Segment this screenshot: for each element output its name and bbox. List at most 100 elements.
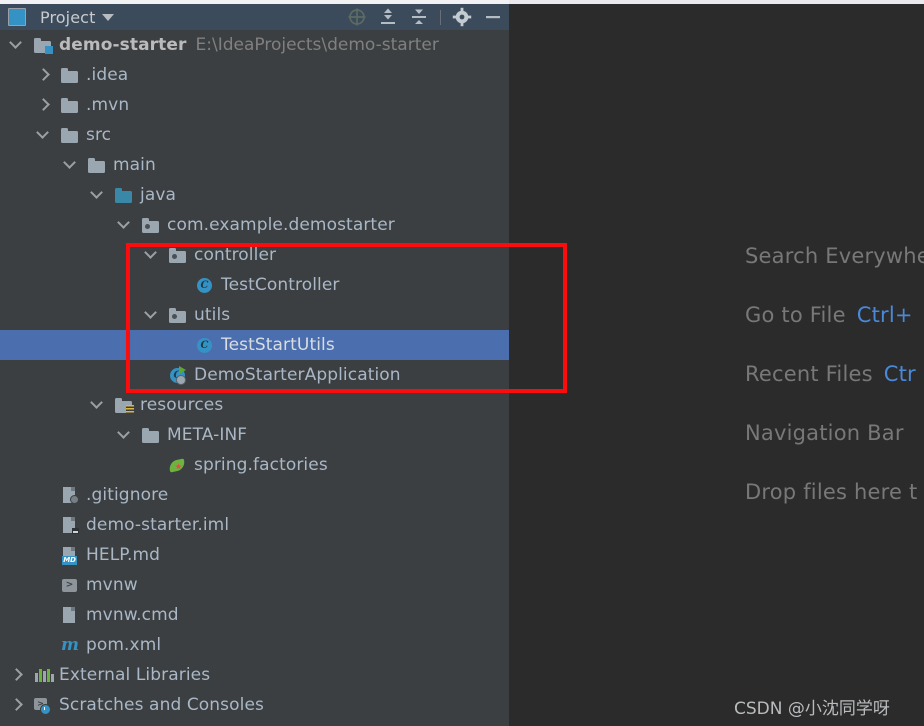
tree-row[interactable]: utils [0,300,509,330]
tree-row[interactable]: java [0,180,509,210]
chevron-down-icon[interactable] [116,420,134,450]
external-libraries-icon [34,666,54,684]
tree-row[interactable]: .idea [0,60,509,90]
chevron-down-icon[interactable] [116,210,134,240]
chevron-down-icon[interactable] [89,390,107,420]
tree-row[interactable]: demo-starter.iml [0,510,509,540]
chevron-down-icon[interactable] [8,30,26,60]
chevron-down-icon[interactable] [35,120,53,150]
expand-all-icon[interactable] [378,7,398,27]
tree-row-label: .idea [86,65,129,85]
editor-hint-action: Drop files here t [745,479,918,504]
editor-hint-shortcut: Ctrl+ [856,302,913,327]
tree-row-path: E:\IdeaProjects\demo-starter [195,35,439,55]
hide-icon[interactable] [483,7,503,27]
tree-row-label: DemoStarterApplication [194,365,401,385]
iml-file-icon [61,516,79,534]
tree-arrow-placeholder [143,450,161,480]
tree-row[interactable]: com.example.demostarter [0,210,509,240]
tree-row[interactable]: m pom.xml [0,630,509,660]
tree-row[interactable]: MD HELP.md [0,540,509,570]
tree-row[interactable]: demo-starter E:\IdeaProjects\demo-starter [0,30,509,60]
folder-icon [88,156,106,174]
scratches-icon: > [34,696,52,715]
tree-row[interactable]: C TestStartUtils [0,330,509,360]
tree-row[interactable]: .gitignore [0,480,509,510]
tree-arrow-placeholder [170,270,188,300]
tree-row[interactable]: > Scratches and Consoles [0,690,509,720]
editor-empty-area: Search Everywhere Go to File Ctrl+ Recent F… [509,4,924,726]
shell-script-icon: > [61,576,79,594]
tree-row[interactable]: C DemoStarterApplication [0,360,509,390]
chevron-right-icon[interactable] [35,90,53,120]
chevron-down-icon[interactable] [62,150,80,180]
tree-arrow-placeholder [35,570,53,600]
tree-row[interactable]: .mvn [0,90,509,120]
project-tool-window-actions [347,4,503,30]
chevron-down-icon[interactable] [143,300,161,330]
tree-row[interactable]: > mvnw [0,570,509,600]
folder-icon [61,66,79,84]
project-tool-window-title: Project [40,7,96,27]
package-icon [142,216,160,234]
editor-hint-row: Drop files here t [745,462,924,521]
editor-hint-shortcut: Ctr [883,361,916,386]
tree-row-label: .mvn [86,95,130,115]
folder-icon [142,426,160,444]
tree-row-label: HELP.md [86,545,161,565]
editor-hint-row: Recent Files Ctr [745,344,924,403]
tree-row[interactable]: spring.factories [0,450,509,480]
tree-row-label: mvnw.cmd [86,605,179,625]
package-icon [169,246,187,264]
project-tool-window-header: Project [0,4,509,30]
source-root-folder-icon [115,186,133,204]
tree-row[interactable]: src [0,120,509,150]
chevron-down-icon[interactable] [143,240,161,270]
tree-arrow-placeholder [143,360,161,390]
tree-row-label: External Libraries [59,665,211,685]
tree-row[interactable]: C TestController [0,270,509,300]
chevron-down-icon[interactable] [102,13,115,21]
editor-hint-action: Recent Files [745,361,873,386]
tree-row[interactable]: resources [0,390,509,420]
tree-row[interactable]: META-INF [0,420,509,450]
editor-hint-action: Go to File [745,302,846,327]
spring-boot-app-icon: C [169,366,187,385]
maven-pom-icon: m [61,635,79,655]
tree-row-label: demo-starter [59,35,187,55]
tree-row[interactable]: mvnw.cmd [0,600,509,630]
tree-row[interactable]: External Libraries [0,660,509,690]
project-tool-window-title-group[interactable]: Project [0,7,115,27]
tree-row-label: mvnw [86,575,138,595]
tree-row-label: spring.factories [194,455,328,475]
folder-icon [61,126,79,144]
resources-folder-icon [115,396,134,414]
chevron-right-icon[interactable] [8,660,26,690]
editor-hint-row: Navigation Bar [745,403,924,462]
module-folder-icon [34,36,53,54]
select-opened-file-icon[interactable] [347,7,367,27]
project-tree[interactable]: demo-starter E:\IdeaProjects\demo-starter… [0,30,509,726]
project-tool-window: Project demo-starter E:\IdeaProjects\dem… [0,4,509,726]
tree-arrow-placeholder [35,540,53,570]
chevron-down-icon[interactable] [89,180,107,210]
tree-row[interactable]: main [0,150,509,180]
gitignore-file-icon [61,486,79,504]
tree-row-label: META-INF [167,425,248,445]
tree-arrow-placeholder [170,330,188,360]
editor-hint-row: Search Everywhere [745,226,924,285]
collapse-all-icon[interactable] [409,7,429,27]
tree-row[interactable]: controller [0,240,509,270]
chevron-right-icon[interactable] [35,60,53,90]
tree-row-label: main [113,155,156,175]
chevron-right-icon[interactable] [8,690,26,720]
spring-factories-icon [168,456,187,474]
tree-row-label: controller [194,245,277,265]
editor-hint-row: Go to File Ctrl+ [745,285,924,344]
settings-gear-icon[interactable] [452,7,472,27]
tree-row-label: src [86,125,112,145]
markdown-file-icon: MD [61,546,79,565]
tree-row-label: pom.xml [86,635,162,655]
package-icon [169,306,187,324]
tree-arrow-placeholder [35,630,53,660]
